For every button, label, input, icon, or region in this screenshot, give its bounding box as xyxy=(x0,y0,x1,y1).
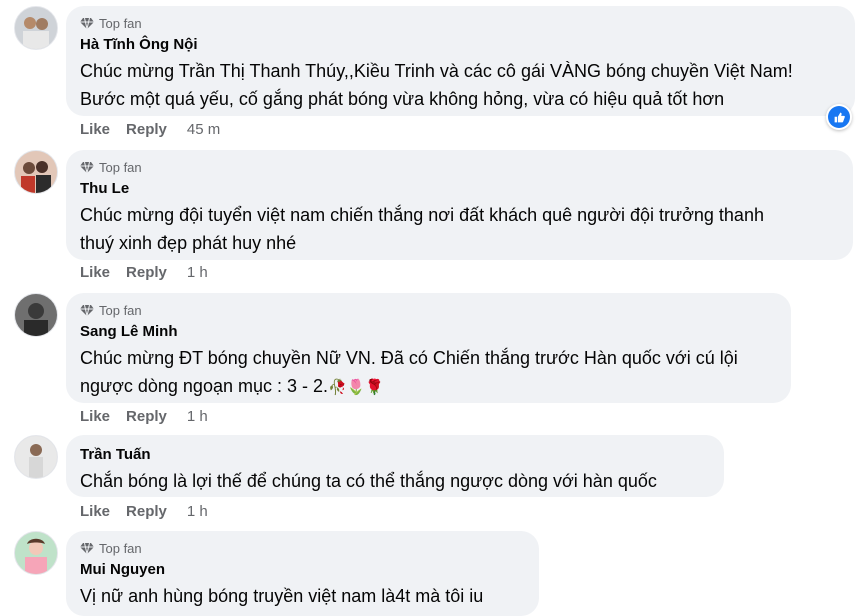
comment-line: Chúc mừng Trần Thị Thanh Thúy,,Kiều Trin… xyxy=(80,61,793,81)
comment-text: Chúc mừng ĐT bóng chuyền Nữ VN. Đã có Ch… xyxy=(80,344,777,401)
diamond-icon xyxy=(80,17,94,30)
comment-actions: Like Reply 1 h xyxy=(80,408,224,425)
avatar[interactable] xyxy=(14,435,58,479)
avatar[interactable] xyxy=(14,293,58,337)
comment-line: Chắn bóng là lợi thế để chúng ta có thể … xyxy=(80,471,657,491)
top-fan-label: Top fan xyxy=(99,302,142,318)
like-button[interactable]: Like xyxy=(80,121,110,138)
like-button[interactable]: Like xyxy=(80,264,110,281)
comment-time[interactable]: 1 h xyxy=(187,408,208,425)
reply-button[interactable]: Reply xyxy=(126,264,167,281)
comment-bubble: Top fan Hà Tĩnh Ông Nội Chúc mừng Trần T… xyxy=(66,6,855,116)
comment-bubble: Top fan Thu Le Chúc mừng đội tuyển việt … xyxy=(66,150,853,260)
comment-actions: Like Reply 1 h xyxy=(80,503,224,520)
comment-line: Vị nữ anh hùng bóng truyền việt nam là4t… xyxy=(80,586,484,606)
comment-actions: Like Reply 1 h xyxy=(80,264,224,281)
like-icon xyxy=(834,112,845,122)
comment-line-text: ngược dòng ngoạn mục : 3 - 2. xyxy=(80,376,329,396)
comment-text: Chúc mừng Trần Thị Thanh Thúy,,Kiều Trin… xyxy=(80,57,841,113)
comment-text: Vị nữ anh hùng bóng truyền việt nam là4t… xyxy=(80,582,525,610)
comment-bubble: Top fan Mui Nguyen Vị nữ anh hùng bóng t… xyxy=(66,531,539,616)
commenter-name[interactable]: Mui Nguyen xyxy=(80,560,525,580)
top-fan-label: Top fan xyxy=(99,159,142,175)
top-fan-badge: Top fan xyxy=(80,14,841,32)
top-fan-badge: Top fan xyxy=(80,301,777,319)
commenter-name[interactable]: Hà Tĩnh Ông Nội xyxy=(80,35,841,55)
top-fan-label: Top fan xyxy=(99,540,142,556)
comment-line: Chúc mừng đội tuyển việt nam chiến thắng… xyxy=(80,205,764,225)
reply-button[interactable]: Reply xyxy=(126,503,167,520)
comment-bubble: Top fan Sang Lê Minh Chúc mừng ĐT bóng c… xyxy=(66,293,791,403)
avatar[interactable] xyxy=(14,531,58,575)
comment-time[interactable]: 45 m xyxy=(187,121,220,138)
avatar[interactable] xyxy=(14,150,58,194)
commenter-name[interactable]: Trần Tuấn xyxy=(80,445,710,465)
diamond-icon xyxy=(80,304,94,317)
top-fan-label: Top fan xyxy=(99,15,142,31)
comment-line: Bước một quá yếu, cố gắng phát bóng vừa … xyxy=(80,89,725,109)
comment-bubble: Trần Tuấn Chắn bóng là lợi thế để chúng … xyxy=(66,435,724,497)
commenter-name[interactable]: Sang Lê Minh xyxy=(80,322,777,342)
avatar[interactable] xyxy=(14,6,58,50)
comment-actions: Like Reply 45 m xyxy=(80,121,236,138)
comment-time[interactable]: 1 h xyxy=(187,264,208,281)
diamond-icon xyxy=(80,542,94,555)
reaction-badge[interactable] xyxy=(826,104,852,130)
comment-time[interactable]: 1 h xyxy=(187,503,208,520)
commenter-name[interactable]: Thu Le xyxy=(80,179,839,199)
comment-text: Chắn bóng là lợi thế để chúng ta có thể … xyxy=(80,467,710,495)
comment-line: ngược dòng ngoạn mục : 3 - 2.🥀🌷🌹 xyxy=(80,372,777,401)
comment-text: Chúc mừng đội tuyển việt nam chiến thắng… xyxy=(80,201,839,257)
comment-line: thuý xinh đẹp phát huy nhé xyxy=(80,233,297,253)
top-fan-badge: Top fan xyxy=(80,539,525,557)
reply-button[interactable]: Reply xyxy=(126,408,167,425)
diamond-icon xyxy=(80,161,94,174)
like-button[interactable]: Like xyxy=(80,503,110,520)
top-fan-badge: Top fan xyxy=(80,158,839,176)
flower-emojis: 🥀🌷🌹 xyxy=(328,378,385,396)
reply-button[interactable]: Reply xyxy=(126,121,167,138)
comment-line: Chúc mừng ĐT bóng chuyền Nữ VN. Đã có Ch… xyxy=(80,348,738,368)
like-button[interactable]: Like xyxy=(80,408,110,425)
